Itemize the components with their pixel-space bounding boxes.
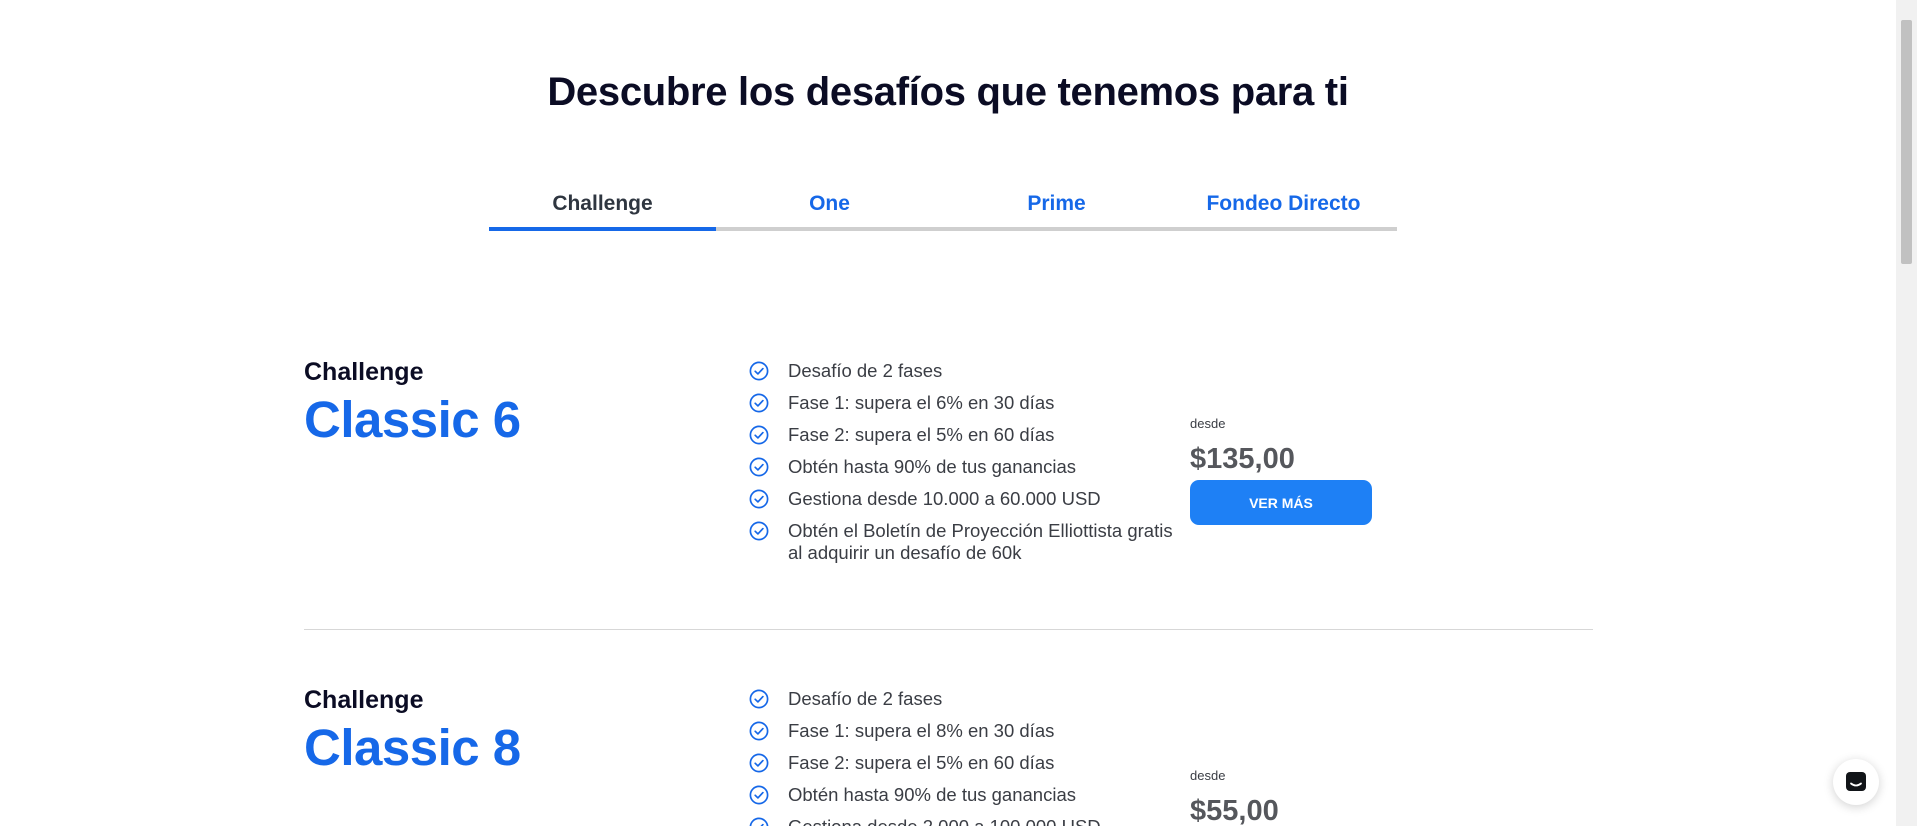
- feature-list: Desafío de 2 fases Fase 1: supera el 6% …: [746, 360, 1176, 574]
- check-circle-icon: [749, 361, 769, 381]
- section-divider: [304, 629, 1593, 630]
- plan-tabs: Challenge One Prime Fondeo Directo: [489, 184, 1397, 231]
- check-circle-icon: [749, 721, 769, 741]
- price-block: desde $135,00 VER MÁS: [1190, 416, 1372, 525]
- chat-icon: [1846, 772, 1866, 791]
- tab-prime[interactable]: Prime: [943, 184, 1170, 231]
- feature-item: Gestiona desde 10.000 a 60.000 USD: [746, 488, 1176, 510]
- ver-mas-button[interactable]: VER MÁS: [1190, 480, 1372, 525]
- feature-text: Fase 1: supera el 6% en 30 días: [788, 392, 1055, 413]
- page-scrollbar[interactable]: [1896, 0, 1917, 826]
- feature-text: Gestiona desde 10.000 a 60.000 USD: [788, 488, 1101, 509]
- chat-launcher-button[interactable]: [1833, 759, 1879, 805]
- check-circle-icon: [749, 785, 769, 805]
- feature-item: Obtén hasta 90% de tus ganancias: [746, 456, 1176, 478]
- feature-text: Desafío de 2 fases: [788, 360, 943, 381]
- feature-text: Gestiona desde 2.000 a 100.000 USD: [788, 816, 1101, 826]
- plan-title: Classic 8: [304, 719, 521, 776]
- check-circle-icon: [749, 457, 769, 477]
- feature-text: Fase 2: supera el 5% en 60 días: [788, 424, 1055, 445]
- feature-item: Desafío de 2 fases: [746, 688, 1176, 710]
- tab-challenge[interactable]: Challenge: [489, 184, 716, 231]
- check-circle-icon: [749, 489, 769, 509]
- feature-text: Obtén hasta 90% de tus ganancias: [788, 784, 1076, 805]
- price-value: $135,00: [1190, 443, 1295, 475]
- tab-fondeo-directo[interactable]: Fondeo Directo: [1170, 184, 1397, 231]
- feature-list: Desafío de 2 fases Fase 1: supera el 8% …: [746, 688, 1176, 826]
- feature-text: Fase 1: supera el 8% en 30 días: [788, 720, 1055, 741]
- tab-one[interactable]: One: [716, 184, 943, 231]
- feature-item: Obtén el Boletín de Proyección Elliottis…: [746, 520, 1176, 564]
- plan-category: Challenge: [304, 686, 424, 714]
- feature-text: Fase 2: supera el 5% en 60 días: [788, 752, 1055, 773]
- plan-category: Challenge: [304, 358, 424, 386]
- feature-text: Obtén el Boletín de Proyección Elliottis…: [788, 520, 1173, 563]
- check-circle-icon: [749, 753, 769, 773]
- price-prefix: desde: [1190, 416, 1226, 431]
- feature-item: Fase 2: supera el 5% en 60 días: [746, 752, 1176, 774]
- price-block: desde $55,00: [1190, 768, 1279, 826]
- feature-item: Gestiona desde 2.000 a 100.000 USD: [746, 816, 1176, 826]
- feature-item: Fase 1: supera el 8% en 30 días: [746, 720, 1176, 742]
- scrollbar-thumb[interactable]: [1901, 20, 1912, 264]
- feature-item: Desafío de 2 fases: [746, 360, 1176, 382]
- check-circle-icon: [749, 393, 769, 413]
- check-circle-icon: [749, 521, 769, 541]
- check-circle-icon: [749, 689, 769, 709]
- feature-text: Obtén hasta 90% de tus ganancias: [788, 456, 1076, 477]
- price-value: $55,00: [1190, 795, 1279, 826]
- page-headline: Descubre los desafíos que tenemos para t…: [547, 70, 1349, 114]
- plan-title: Classic 6: [304, 391, 521, 448]
- feature-item: Obtén hasta 90% de tus ganancias: [746, 784, 1176, 806]
- check-circle-icon: [749, 425, 769, 445]
- feature-item: Fase 2: supera el 5% en 60 días: [746, 424, 1176, 446]
- feature-item: Fase 1: supera el 6% en 30 días: [746, 392, 1176, 414]
- page: Descubre los desafíos que tenemos para t…: [0, 0, 1917, 826]
- price-prefix: desde: [1190, 768, 1226, 783]
- feature-text: Desafío de 2 fases: [788, 688, 943, 709]
- check-circle-icon: [749, 817, 769, 826]
